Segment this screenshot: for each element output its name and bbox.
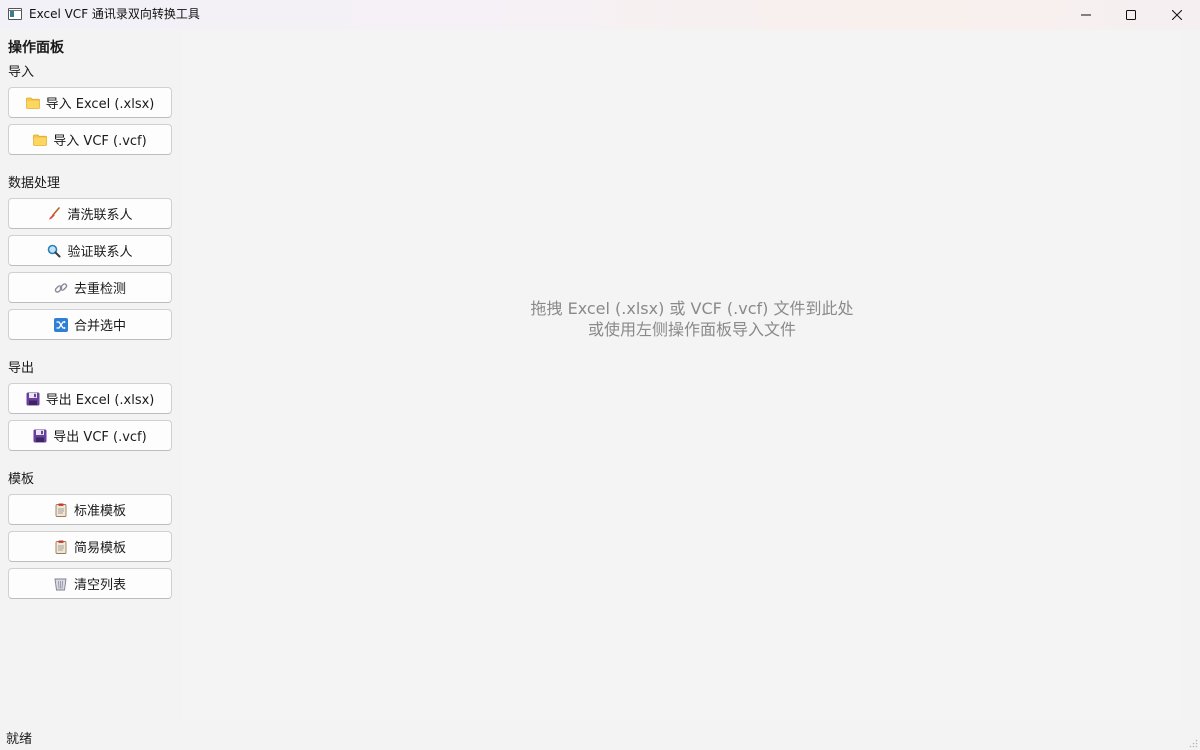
clipboard-icon bbox=[54, 540, 68, 554]
drop-hint-line-1: 拖拽 Excel (.xlsx) 或 VCF (.vcf) 文件到此处 bbox=[530, 299, 854, 318]
floppy-disk-icon bbox=[26, 392, 40, 406]
broom-icon bbox=[47, 206, 61, 221]
floppy-disk-icon bbox=[33, 429, 47, 443]
clean-contacts-button[interactable]: 清洗联系人 bbox=[8, 198, 172, 229]
drop-hint: 拖拽 Excel (.xlsx) 或 VCF (.vcf) 文件到此处 或使用左… bbox=[182, 298, 1200, 340]
resize-grip-icon[interactable] bbox=[1188, 738, 1198, 748]
export-excel-button[interactable]: 导出 Excel (.xlsx) bbox=[8, 383, 172, 414]
close-icon bbox=[1172, 10, 1182, 20]
dedupe-check-button[interactable]: 去重检测 bbox=[8, 272, 172, 303]
window-title: Excel VCF 通讯录双向转换工具 bbox=[29, 7, 200, 21]
clear-list-label: 清空列表 bbox=[73, 578, 126, 593]
app-window: Excel VCF 通讯录双向转换工具 操作面板 导入 导入 Excel (.x… bbox=[0, 0, 1200, 750]
wastebasket-icon bbox=[54, 577, 68, 591]
group-label-export: 导出 bbox=[8, 361, 35, 376]
import-vcf-button[interactable]: 导入 VCF (.vcf) bbox=[8, 124, 172, 155]
title-bar[interactable]: Excel VCF 通讯录双向转换工具 bbox=[0, 0, 1200, 30]
link-icon bbox=[54, 281, 68, 295]
maximize-icon bbox=[1126, 10, 1136, 20]
export-vcf-label: 导出 VCF (.vcf) bbox=[53, 430, 147, 445]
merge-selected-label: 合并选中 bbox=[73, 319, 126, 334]
operation-panel: 操作面板 导入 导入 Excel (.xlsx) 导入 VCF (.vcf) 数 bbox=[0, 30, 182, 730]
export-vcf-button[interactable]: 导出 VCF (.vcf) bbox=[8, 420, 172, 451]
shuffle-icon bbox=[53, 317, 68, 332]
file-drop-area[interactable]: 拖拽 Excel (.xlsx) 或 VCF (.vcf) 文件到此处 或使用左… bbox=[182, 30, 1183, 720]
clipboard-icon bbox=[54, 503, 68, 517]
app-window-icon bbox=[8, 8, 22, 20]
close-button[interactable] bbox=[1154, 0, 1200, 30]
merge-selected-button[interactable]: 合并选中 bbox=[8, 309, 172, 340]
minimize-icon bbox=[1081, 14, 1091, 16]
simple-template-label: 简易模板 bbox=[73, 541, 126, 556]
import-excel-button[interactable]: 导入 Excel (.xlsx) bbox=[8, 87, 172, 118]
panel-title: 操作面板 bbox=[8, 40, 64, 56]
group-label-data-processing: 数据处理 bbox=[8, 176, 61, 191]
right-edge-strip bbox=[1183, 30, 1200, 720]
export-excel-label: 导出 Excel (.xlsx) bbox=[45, 393, 155, 408]
import-vcf-label: 导入 VCF (.vcf) bbox=[53, 134, 147, 149]
standard-template-label: 标准模板 bbox=[73, 504, 126, 519]
drop-hint-line-2: 或使用左侧操作面板导入文件 bbox=[587, 320, 796, 339]
minimize-button[interactable] bbox=[1063, 0, 1109, 30]
status-text: 就绪 bbox=[6, 732, 33, 747]
import-excel-label: 导入 Excel (.xlsx) bbox=[45, 97, 155, 112]
group-label-import: 导入 bbox=[8, 65, 35, 80]
status-bar: 就绪 bbox=[0, 730, 1200, 750]
validate-contacts-button[interactable]: 验证联系人 bbox=[8, 235, 172, 266]
standard-template-button[interactable]: 标准模板 bbox=[8, 494, 172, 525]
magnifier-icon bbox=[47, 244, 61, 258]
dedupe-check-label: 去重检测 bbox=[73, 282, 126, 297]
clear-list-button[interactable]: 清空列表 bbox=[8, 568, 172, 599]
maximize-button[interactable] bbox=[1108, 0, 1154, 30]
simple-template-button[interactable]: 简易模板 bbox=[8, 531, 172, 562]
clean-contacts-label: 清洗联系人 bbox=[67, 208, 133, 223]
validate-contacts-label: 验证联系人 bbox=[67, 245, 133, 260]
group-label-templates: 模板 bbox=[8, 472, 35, 487]
folder-icon bbox=[33, 133, 48, 147]
folder-icon bbox=[25, 96, 40, 110]
